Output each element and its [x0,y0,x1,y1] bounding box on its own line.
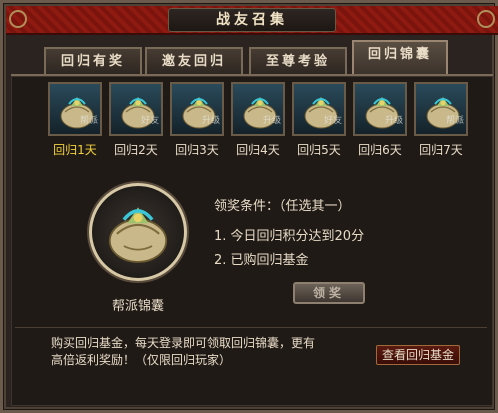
day-slot-7[interactable]: 帮派 [414,82,468,136]
condition-line-2: 2. 已购回归基金 [214,253,309,268]
corner-ornament-icon [9,10,27,28]
title-bar: 战友召集 [6,6,498,35]
day-slot-2[interactable]: 好友 [109,82,163,136]
slot-caption: 帮派 [79,116,98,126]
day-label-2: 回归2天 [114,143,158,157]
view-fund-button[interactable]: 查看回归基金 [376,345,460,365]
day-label-6: 回归6天 [358,143,402,157]
tab-supreme-trial[interactable]: 至尊考验 [249,47,347,74]
day-slot-4[interactable]: 升级 [231,82,285,136]
day-label-4: 回归4天 [236,143,280,157]
day-label-7: 回归7天 [419,143,463,157]
pouch-bag-icon [108,207,168,263]
slot-caption: 升级 [384,116,403,126]
window-title: 战友召集 [168,8,336,32]
conditions-title: 领奖条件：（任选其一） [214,199,351,214]
day-slot-6[interactable]: 升级 [353,82,407,136]
promo-line-2: 高倍返利奖励！（仅限回归玩家） [51,353,232,367]
promo-line-1: 购买回归基金，每天登录即可领取回归锦囊，更有 [51,336,316,350]
tab-return-reward[interactable]: 回归有奖 [44,47,142,74]
slot-caption: 好友 [140,116,159,126]
day-label-1: 回归1天 [53,143,97,157]
tab-return-pouch[interactable]: 回归锦囊 [352,40,448,75]
slot-caption: 升级 [262,116,281,126]
reward-item-frame[interactable] [89,183,187,281]
reward-item-name: 帮派锦囊 [111,299,164,314]
slot-caption: 升级 [201,116,220,126]
day-label-5: 回归5天 [297,143,341,157]
tab-invite-friends[interactable]: 邀友回归 [145,47,243,74]
condition-line-1: 1. 今日回归积分达到20分 [214,229,365,244]
slot-caption: 帮派 [445,116,464,126]
day-slot-5[interactable]: 好友 [292,82,346,136]
day-slot-1[interactable]: 帮派 [48,82,102,136]
corner-ornament-icon [477,10,495,28]
dialog-window: 战友召集 回归有奖 邀友回归 至尊考验 回归锦囊 帮派回归1天 好友回归2天 升级回… [0,0,498,413]
day-slot-3[interactable]: 升级 [170,82,224,136]
day-label-3: 回归3天 [175,143,219,157]
section-divider [15,327,487,328]
claim-button[interactable]: 领奖 [293,282,365,304]
promo-text: 购买回归基金，每天登录即可领取回归锦囊，更有 高倍返利奖励！（仅限回归玩家） [51,335,351,369]
slot-caption: 好友 [323,116,342,126]
